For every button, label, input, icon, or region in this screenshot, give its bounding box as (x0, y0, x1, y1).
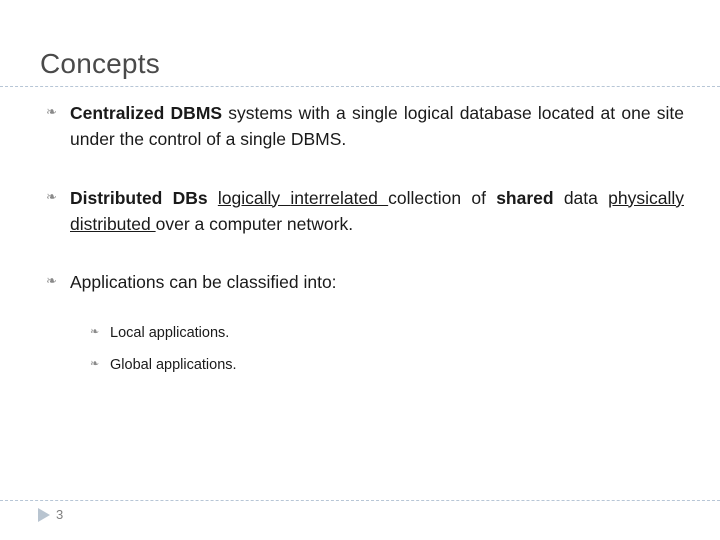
text-run: collection of (388, 187, 497, 208)
bullet-marker-icon: ❧ (46, 104, 57, 119)
list-item-text: Distributed DBs logically interrelated c… (70, 188, 684, 234)
text-run: DBs (172, 187, 218, 208)
play-triangle-icon (38, 508, 50, 522)
text-run: Centralized (70, 103, 171, 123)
list-item-text: Applications can be classified into: (70, 272, 337, 292)
divider-bottom (0, 500, 720, 501)
page-title: Concepts (40, 48, 160, 79)
list-item: ❧ Distributed DBs logically interrelated… (34, 185, 684, 238)
text-run: logically (217, 187, 291, 208)
list-item-text: Local applications. (110, 325, 230, 342)
bullet-marker-icon: ❧ (46, 188, 57, 204)
bullet-marker-icon: ❧ (46, 273, 57, 288)
text-run: interrelated (290, 187, 389, 208)
bullet-marker-icon: ❧ (90, 358, 100, 370)
list-item: ❧ Applications can be classified into: (34, 269, 684, 295)
list-item: ❧ Local applications. (34, 323, 684, 345)
text-run: shared (496, 187, 564, 208)
text-run: data (563, 187, 609, 208)
text-run: Distributed (70, 187, 173, 208)
text-run: over a computer network. (155, 213, 354, 234)
bullet-list: ❧ Centralized DBMS systems with a single… (34, 100, 684, 377)
page-number: 3 (56, 507, 64, 522)
slide: Concepts ❧ Centralized DBMS systems with… (0, 0, 720, 540)
list-item: ❧ Centralized DBMS systems with a single… (34, 100, 684, 153)
list-item: ❧ Global applications. (34, 355, 684, 377)
list-item-text: Centralized DBMS systems with a single l… (70, 103, 684, 149)
bullet-marker-icon: ❧ (90, 326, 100, 339)
divider-top (0, 86, 720, 87)
text-run: DBMS (170, 103, 229, 123)
list-item-text: Global applications. (110, 357, 237, 373)
